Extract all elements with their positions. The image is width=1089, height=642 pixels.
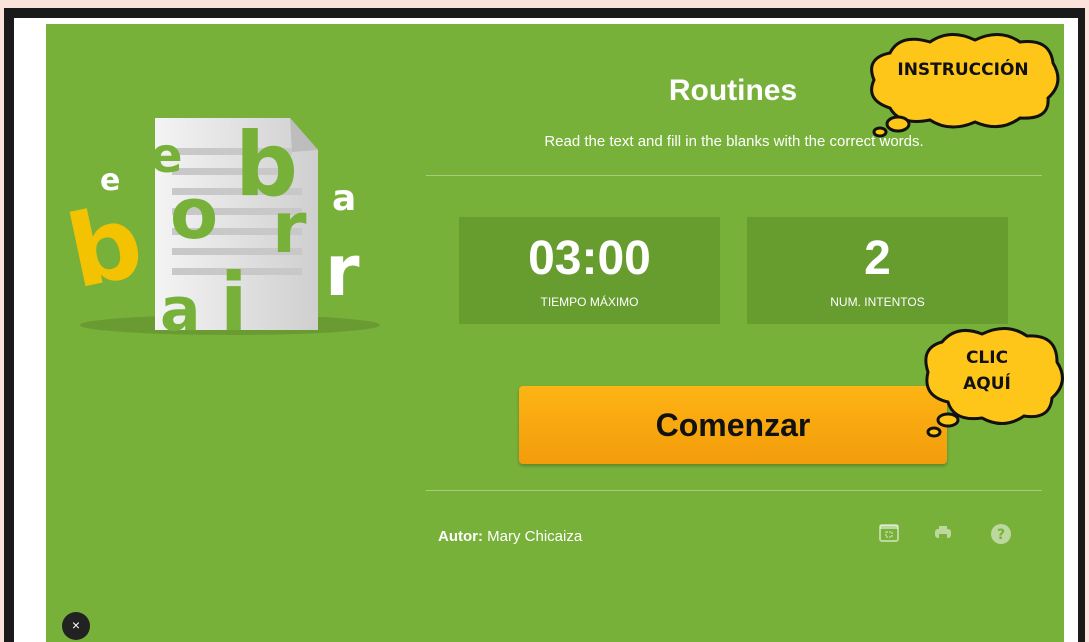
author-line: Autor: Mary Chicaiza [438,528,582,545]
time-limit-box: 03:00 TIEMPO MÁXIMO [459,217,720,324]
click-here-line2: AQUÍ [963,374,1011,394]
letters-logo-illustration: e b o r a i e a r b [60,113,380,340]
click-here-line1: CLIC [965,348,1009,368]
svg-text:i: i [220,256,247,340]
time-limit-value: 03:00 [528,232,651,285]
svg-text:b: b [60,182,152,311]
start-button[interactable]: Comenzar [519,386,947,464]
divider-top [426,175,1042,176]
help-icon[interactable]: ? [990,523,1012,545]
svg-text:a: a [332,178,356,219]
fullscreen-icon[interactable] [879,523,901,545]
svg-text:r: r [325,230,360,312]
author-label: Autor: [438,528,483,545]
instruction-callout-bubble [870,33,1060,138]
attempts-label: NUM. INTENTOS [830,295,925,309]
svg-text:r: r [272,187,307,269]
instruction-callout-text: INSTRUCCIÓN [897,60,1029,80]
author-name: Mary Chicaiza [487,528,583,545]
click-here-callout-text: CLIC AQUÍ [942,345,1032,397]
close-button[interactable]: × [62,612,90,640]
print-icon[interactable] [933,523,955,545]
divider-bottom [426,490,1042,491]
attempts-value: 2 [864,232,891,285]
attempts-box: 2 NUM. INTENTOS [747,217,1008,324]
svg-text:o: o [170,173,218,255]
svg-text:a: a [160,275,201,340]
svg-text:?: ? [997,527,1005,543]
time-limit-label: TIEMPO MÁXIMO [540,295,639,309]
